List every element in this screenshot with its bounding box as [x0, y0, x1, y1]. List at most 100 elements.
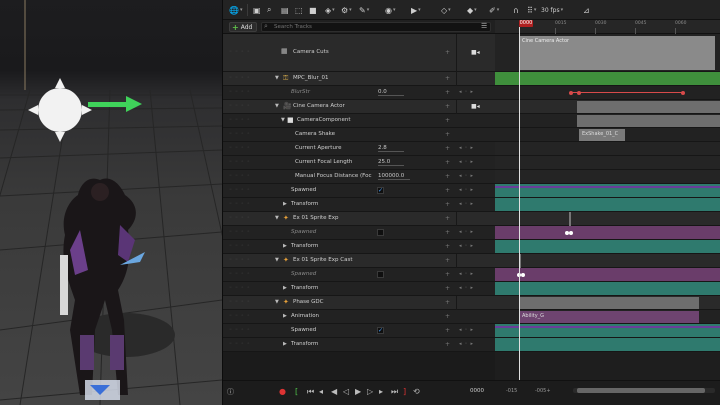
key-nav-icon[interactable]: ◂◦▸	[459, 341, 476, 347]
keyframe[interactable]	[569, 91, 573, 95]
track-row-current-aperture[interactable]: ◦◦◦◦ Current Aperture 2.8 + ◂◦▸	[223, 142, 495, 156]
track-row-ex01-sprite-exp-cast[interactable]: ◦◦◦◦ ▼ ✦ Ex 01 Sprite Exp Cast +	[223, 254, 495, 268]
lane-spawned-sprite-exp[interactable]	[495, 226, 720, 240]
fps-dropdown[interactable]: 30 fps ▾	[541, 3, 563, 17]
add-key-icon[interactable]: +	[445, 257, 450, 264]
track-row-spawned-sprite-exp-cast[interactable]: ◦◦◦◦ Spawned + ◂◦▸	[223, 268, 495, 282]
clip-exshake[interactable]: ExShake_01_C	[579, 129, 625, 141]
track-row-mpc-blur[interactable]: ◦◦◦◦ ▼ ⚿ MPC_Blur_01 +	[223, 72, 495, 86]
lane-camera-component[interactable]	[495, 114, 720, 128]
play-icon[interactable]: ▶	[355, 387, 361, 396]
expand-arrow-icon[interactable]: ▼	[275, 299, 279, 305]
add-key-icon[interactable]: +	[445, 299, 450, 306]
blur-str-value[interactable]: 0.0	[378, 89, 404, 96]
track-row-blur-str[interactable]: ◦◦◦◦ BlurStr 0.0 + ◂◦▸	[223, 86, 495, 100]
playhead-badge[interactable]: 0000	[519, 20, 533, 27]
lane-spawned-phase[interactable]	[495, 324, 720, 338]
film-icon[interactable]: ▤	[281, 3, 289, 17]
loop-icon[interactable]: ⟲	[413, 387, 420, 396]
collapse-arrow-icon[interactable]: ▶	[283, 243, 287, 249]
key-nav-icon[interactable]: ◂◦▸	[459, 243, 476, 249]
row-controls[interactable]: ◦◦◦◦	[229, 271, 253, 277]
lane-transform-camera[interactable]	[495, 198, 720, 212]
key-nav-icon[interactable]: ◂◦▸	[459, 271, 476, 277]
curve-editor-icon[interactable]: ⊿	[583, 3, 590, 17]
clip-ability[interactable]: Ability_G	[519, 311, 699, 323]
spawned-checkbox[interactable]	[377, 271, 384, 278]
add-key-icon[interactable]: +	[445, 327, 450, 334]
add-key-icon[interactable]: +	[445, 285, 450, 292]
prev-key-icon[interactable]: ◂	[319, 387, 323, 396]
collapse-arrow-icon[interactable]: ▶	[283, 341, 287, 347]
magnet-icon[interactable]: ∩	[513, 3, 519, 17]
add-key-icon[interactable]: +	[445, 49, 450, 56]
key-nav-icon[interactable]: ◂◦▸	[459, 201, 476, 207]
add-key-icon[interactable]: +	[445, 103, 450, 110]
timeline-area[interactable]: 0015 0030 0045 0060 Cine Camera Actor Ex…	[495, 20, 720, 380]
row-controls[interactable]: ◦◦◦◦	[229, 117, 253, 123]
jump-start-icon[interactable]: ⏮	[307, 387, 314, 397]
camera-icon[interactable]: ■◂	[471, 103, 480, 110]
row-controls[interactable]: ◦◦◦◦	[229, 187, 253, 193]
track-row-manual-focus-distance[interactable]: ◦◦◦◦ Manual Focus Distance (Foc 100000.0…	[223, 170, 495, 184]
add-key-icon[interactable]: +	[445, 187, 450, 194]
add-track-button[interactable]: + Add	[229, 22, 257, 32]
save-icon[interactable]: ▣	[253, 3, 261, 17]
manual-focus-distance-value[interactable]: 100000.0	[378, 173, 410, 180]
lane-camera-shake[interactable]: ExShake_01_C	[495, 128, 720, 142]
collapse-arrow-icon[interactable]: ▶	[283, 201, 287, 207]
row-controls[interactable]: ◦◦◦◦	[229, 173, 253, 179]
lane-spawned-sprite-exp-cast[interactable]	[495, 268, 720, 282]
row-controls[interactable]: ◦◦◦◦	[229, 285, 253, 291]
spawned-checkbox[interactable]	[377, 229, 384, 236]
key-nav-icon[interactable]: ◂◦▸	[459, 187, 476, 193]
key-options-icon[interactable]: ◇ ▾	[441, 3, 451, 17]
current-frame[interactable]: 0000	[470, 388, 484, 394]
current-aperture-value[interactable]: 2.8	[378, 145, 404, 152]
lane-spawned-camera[interactable]	[495, 184, 720, 198]
row-controls[interactable]: ◦◦◦◦	[229, 215, 253, 221]
track-row-cine-camera-actor[interactable]: ◦◦◦◦ ▼ 🎥 Cine Camera Actor + ■◂	[223, 100, 495, 114]
timeline-scrollbar[interactable]	[573, 388, 715, 393]
step-back-icon[interactable]: ◀	[331, 387, 337, 396]
track-row-camera-shake[interactable]: ◦◦◦◦ Camera Shake +	[223, 128, 495, 142]
key-nav-icon[interactable]: ◂◦▸	[459, 159, 476, 165]
keyframe[interactable]	[577, 91, 581, 95]
track-row-transform-camera[interactable]: ◦◦◦◦ ▶ Transform + ◂◦▸	[223, 198, 495, 212]
collapse-arrow-icon[interactable]: ▶	[283, 285, 287, 291]
spawned-checkbox[interactable]: ✓	[377, 327, 384, 334]
lane-phase-gdc[interactable]	[495, 296, 720, 310]
lane-manual-focus[interactable]	[495, 170, 720, 184]
key-nav-icon[interactable]: ◂◦▸	[459, 327, 476, 333]
lane-animation[interactable]: Ability_G	[495, 310, 720, 324]
track-row-transform-sprite-exp[interactable]: ◦◦◦◦ ▶ Transform + ◂◦▸	[223, 240, 495, 254]
row-controls[interactable]: ◦◦◦◦	[229, 313, 253, 319]
track-row-spawned-camera[interactable]: ◦◦◦◦ Spawned ✓ + ◂◦▸	[223, 184, 495, 198]
track-row-phase-gdc[interactable]: ◦◦◦◦ ▼ ✦ Phase GDC +	[223, 296, 495, 310]
actor-icon[interactable]: ◈ ▾	[325, 3, 335, 17]
set-start-icon[interactable]: [	[295, 387, 298, 396]
track-row-ex01-sprite-exp[interactable]: ◦◦◦◦ ▼ ✦ Ex 01 Sprite Exp +	[223, 212, 495, 226]
render-icon[interactable]: ⬚	[295, 3, 303, 17]
keyframe[interactable]	[681, 91, 685, 95]
key-nav-icon[interactable]: ◂◦▸	[459, 285, 476, 291]
clip-phase-gdc[interactable]	[519, 297, 699, 309]
collapse-arrow-icon[interactable]: ▶	[283, 313, 287, 319]
row-controls[interactable]: ◦◦◦◦	[229, 299, 253, 305]
range-mid[interactable]: -005+	[535, 388, 551, 394]
row-controls[interactable]: ◦◦◦◦	[229, 89, 253, 95]
row-controls[interactable]: ◦◦◦◦	[229, 201, 253, 207]
keyframe[interactable]	[521, 273, 525, 277]
add-key-icon[interactable]: +	[445, 201, 450, 208]
clip-camera-actor[interactable]	[577, 101, 720, 113]
add-key-icon[interactable]: +	[445, 145, 450, 152]
playback-options-icon[interactable]: ▶ ▾	[411, 3, 421, 17]
row-controls[interactable]: ◦◦◦◦	[229, 341, 253, 347]
lane-ex01-sprite-exp[interactable]	[495, 212, 720, 226]
search-tracks-input[interactable]	[261, 22, 491, 32]
add-key-icon[interactable]: +	[445, 173, 450, 180]
row-controls[interactable]: ◦◦◦◦	[229, 159, 253, 165]
grid-icon[interactable]: ⠿ ▾	[527, 3, 536, 17]
track-row-camera-cuts[interactable]: ◦◦◦◦ ▦ Camera Cuts + ■◂	[223, 34, 495, 72]
curve-icon[interactable]: ✐ ▾	[489, 3, 499, 17]
